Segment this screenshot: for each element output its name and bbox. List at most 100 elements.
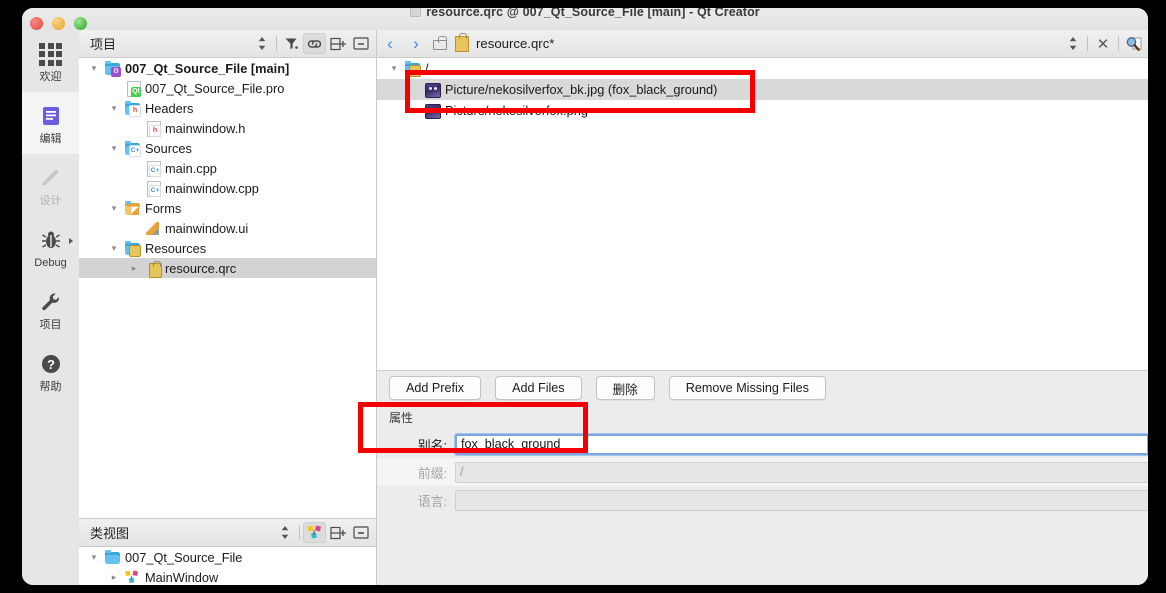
class-tree[interactable]: ▾ 007_Qt_Source_File ▸ MainWindow xyxy=(79,547,376,585)
tree-row[interactable]: mainwindow.ui xyxy=(79,218,376,238)
twisty-open-icon[interactable]: ▾ xyxy=(107,203,121,214)
sort-updown-icon[interactable] xyxy=(250,33,273,54)
close-x-icon[interactable]: ✕ xyxy=(1091,35,1115,53)
ui-file-icon xyxy=(145,221,160,236)
chevron-right-icon[interactable] xyxy=(69,238,73,244)
editor-toolbar: ‹ › resource.qrc* ✕ xyxy=(377,30,1148,58)
forms-folder-icon xyxy=(125,200,141,217)
properties-section: 属性 别名: fox_black_ground 前缀: / 语言: xyxy=(377,404,1148,544)
mode-help[interactable]: ? 帮助 xyxy=(22,340,79,402)
tree-row-label: / xyxy=(425,61,429,76)
tree-row-label: mainwindow.h xyxy=(165,120,246,136)
svg-text:?: ? xyxy=(47,357,55,372)
property-label: 别名: xyxy=(417,437,447,453)
tree-row[interactable]: ▾ / xyxy=(377,58,1148,79)
mode-design-label: 设计 xyxy=(39,195,62,207)
property-label: 前缀: xyxy=(417,465,447,481)
class-node-icon xyxy=(125,570,140,585)
properties-fields: 别名: fox_black_ground 前缀: / 语言: xyxy=(377,430,1148,514)
twisty-open-icon[interactable]: ▾ xyxy=(107,243,121,254)
twisty-open-icon[interactable]: ▾ xyxy=(107,103,121,114)
tree-row[interactable]: ▾ Forms xyxy=(79,198,376,218)
property-row: 别名: fox_black_ground xyxy=(377,430,1148,458)
mode-debug-label: Debug xyxy=(34,257,67,269)
window-title: resource.qrc @ 007_Qt_Source_File [main]… xyxy=(22,8,1148,19)
mode-edit[interactable]: 编辑 xyxy=(22,92,79,154)
property-row: 语言: xyxy=(377,486,1148,514)
tree-row[interactable]: Picture/nekosilverfox.png xyxy=(377,100,1148,121)
tree-row-label: 007_Qt_Source_File.pro xyxy=(145,80,285,96)
class-view-header: 类视图 xyxy=(79,519,376,547)
property-input-language xyxy=(455,489,1148,511)
mode-design[interactable]: 设计 xyxy=(22,154,79,216)
image-file-icon xyxy=(425,103,441,119)
mode-projects[interactable]: 项目 xyxy=(22,278,79,340)
question-mark-icon: ? xyxy=(39,349,63,379)
tree-row[interactable]: ▾ 007_Qt_Source_File xyxy=(79,547,376,567)
tree-row[interactable]: C+ mainwindow.cpp xyxy=(79,178,376,198)
twisty-open-icon[interactable]: ▾ xyxy=(107,143,121,154)
updown-arrows-icon[interactable] xyxy=(1061,33,1084,54)
window-title-text: resource.qrc @ 007_Qt_Source_File [main]… xyxy=(426,8,760,19)
tree-row[interactable]: ▸ resource.qrc xyxy=(79,258,376,278)
property-input-alias[interactable]: fox_black_ground xyxy=(455,433,1148,455)
resources-folder-icon xyxy=(125,240,141,257)
class-filter-icon[interactable] xyxy=(303,522,326,543)
tree-row[interactable]: ▾ h Headers xyxy=(79,98,376,118)
pencil-design-icon xyxy=(39,163,63,193)
button-add-files[interactable]: Add Files xyxy=(495,376,582,400)
image-file-icon xyxy=(425,82,441,98)
tree-row-label: 007_Qt_Source_File xyxy=(125,549,243,565)
collapse-panel-icon[interactable] xyxy=(349,33,372,54)
sort-updown-icon[interactable] xyxy=(273,522,296,543)
split-add-icon[interactable] xyxy=(326,522,349,543)
tree-row[interactable]: Qt 007_Qt_Source_File.pro xyxy=(79,78,376,98)
tree-row[interactable]: ▾ ⚙ 007_Qt_Source_File [main] xyxy=(79,58,376,78)
mode-debug[interactable]: Debug xyxy=(22,216,79,278)
mode-welcome[interactable]: 欢迎 xyxy=(22,30,79,92)
project-panel: 项目 ▾ ⚙ 007_Qt_Source_File [main] Qt 007_… xyxy=(79,30,376,518)
find-document-icon[interactable] xyxy=(1122,33,1145,54)
twisty-open-icon[interactable]: ▾ xyxy=(387,63,401,74)
chevron-right-icon[interactable]: › xyxy=(403,35,429,52)
filter-funnel-icon[interactable] xyxy=(280,33,303,54)
split-add-icon[interactable] xyxy=(326,33,349,54)
qrc-file-icon xyxy=(455,32,469,52)
button-remove-missing-files[interactable]: Remove Missing Files xyxy=(668,376,826,400)
twisty-open-icon[interactable]: ▾ xyxy=(87,552,101,563)
link-sync-icon[interactable] xyxy=(303,33,326,54)
properties-filler xyxy=(377,544,1148,585)
twisty-collapsed-icon[interactable]: ▸ xyxy=(107,572,121,583)
tree-row-label: main.cpp xyxy=(165,160,217,176)
toolbar-divider xyxy=(1087,36,1088,51)
window-titlebar: resource.qrc @ 007_Qt_Source_File [main]… xyxy=(22,8,1148,31)
tree-row[interactable]: h mainwindow.h xyxy=(79,118,376,138)
tree-row[interactable]: ▾ C+ Sources xyxy=(79,138,376,158)
button-add-prefix[interactable]: Add Prefix xyxy=(389,376,482,400)
tree-row[interactable]: ▸ MainWindow xyxy=(79,567,376,585)
editor-filename[interactable]: resource.qrc* xyxy=(476,36,554,51)
project-tree[interactable]: ▾ ⚙ 007_Qt_Source_File [main] Qt 007_Qt_Sour… xyxy=(79,58,376,518)
tree-row[interactable]: ▾ Resources xyxy=(79,238,376,258)
bug-icon xyxy=(39,225,63,255)
tree-row[interactable]: C+ main.cpp xyxy=(79,158,376,178)
prefix-folder-icon xyxy=(405,61,421,77)
toolbar-divider xyxy=(299,525,300,540)
button-删除[interactable]: 删除 xyxy=(595,376,655,400)
twisty-open-icon[interactable]: ▾ xyxy=(87,63,101,74)
project-folder-icon: ⚙ xyxy=(105,60,121,77)
editor-area: ‹ › resource.qrc* ✕ ▾ / Picture/nekosilver… xyxy=(376,30,1148,585)
class-view-panel: 类视图 ▾ 007_Qt_Source_File ▸ MainWindow xyxy=(79,518,376,585)
collapse-panel-icon[interactable] xyxy=(349,522,372,543)
twisty-collapsed-icon[interactable]: ▸ xyxy=(127,263,141,274)
resource-tree[interactable]: ▾ / Picture/nekosilverfox_bk.jpg (fox_blac… xyxy=(377,58,1148,370)
mode-selector-bar: 欢迎 编辑 设计 Debug 项目 ? 帮助 xyxy=(22,30,80,585)
qrc-file-icon xyxy=(145,260,162,278)
mode-welcome-label: 欢迎 xyxy=(39,71,62,83)
tree-row[interactable]: Picture/nekosilverfox_bk.jpg (fox_black_… xyxy=(377,79,1148,100)
folder-icon xyxy=(105,549,120,565)
chevron-left-icon[interactable]: ‹ xyxy=(377,35,403,52)
padlock-open-icon[interactable] xyxy=(433,36,447,50)
cpp-file-icon: C+ xyxy=(145,160,161,177)
property-row: 前缀: / xyxy=(377,458,1148,486)
